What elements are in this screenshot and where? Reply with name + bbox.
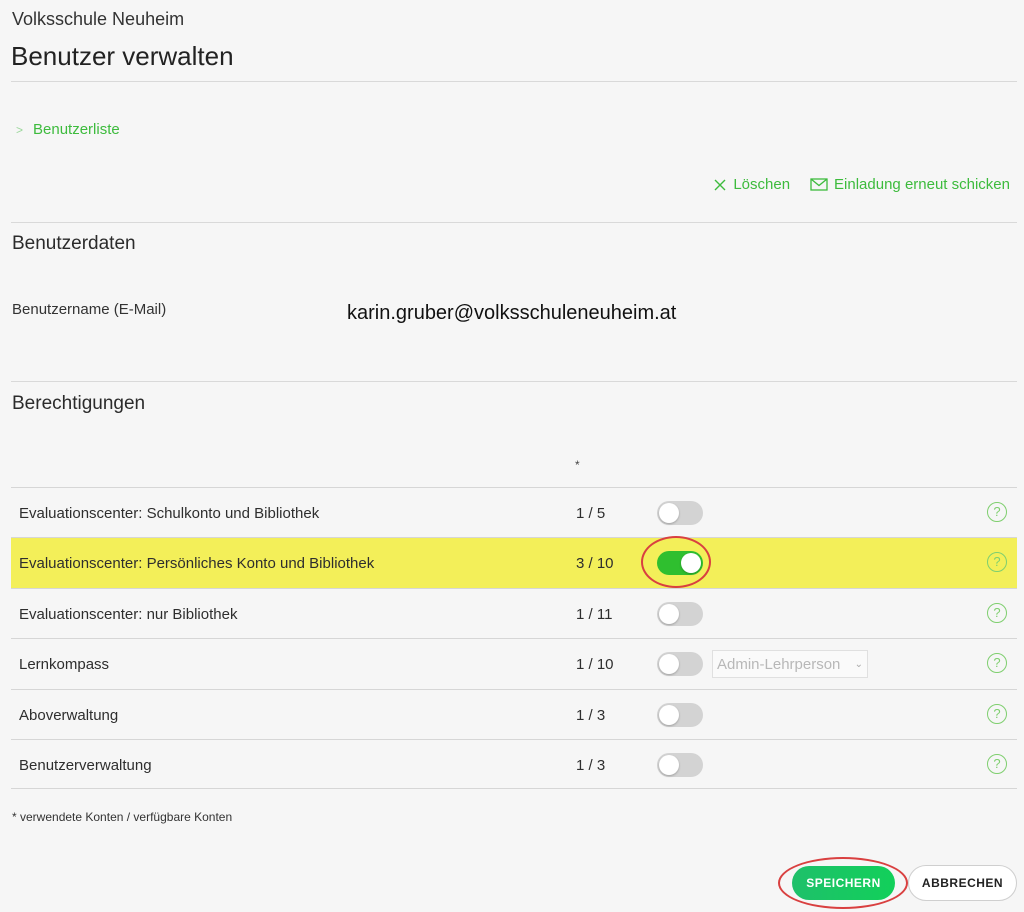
username-value: karin.gruber@volksschuleneuheim.at xyxy=(347,302,677,324)
help-icon[interactable]: ? xyxy=(987,703,1007,724)
user-data-divider xyxy=(11,381,1017,382)
toggle-knob xyxy=(659,654,679,675)
permission-name: Benutzerverwaltung xyxy=(19,756,152,774)
permissions-heading: Berechtigungen xyxy=(12,393,146,414)
permission-count: 1 / 11 xyxy=(576,605,613,623)
permission-toggle[interactable] xyxy=(657,702,703,727)
close-icon xyxy=(714,179,726,190)
permission-toggle[interactable] xyxy=(657,601,703,626)
chevron-right-icon: > xyxy=(16,122,24,137)
delete-button[interactable]: Löschen xyxy=(713,176,790,193)
user-actions: Löschen Einladung erneut schicken xyxy=(713,176,1010,193)
cancel-button[interactable]: ABBRECHEN xyxy=(908,865,1017,901)
save-button[interactable]: SPEICHERN xyxy=(792,866,895,900)
help-icon[interactable]: ? xyxy=(987,552,1007,573)
permission-count: 1 / 10 xyxy=(576,656,614,674)
count-column-header: * xyxy=(575,458,580,472)
permission-name: Aboverwaltung xyxy=(19,706,119,724)
permission-name: Evaluationscenter: nur Bibliothek xyxy=(19,605,238,623)
breadcrumb-label: Benutzerliste xyxy=(33,121,120,138)
toggle-knob xyxy=(659,754,679,775)
breadcrumb-benutzerliste[interactable]: > Benutzerliste xyxy=(16,121,120,138)
permission-row-highlighted: Evaluationscenter: Persönliches Konto un… xyxy=(11,536,1017,589)
resend-invite-button[interactable]: Einladung erneut schicken xyxy=(810,176,1010,193)
help-icon[interactable]: ? xyxy=(987,502,1007,522)
permission-row: Aboverwaltung 1 / 3 ? xyxy=(11,688,1017,739)
envelope-icon xyxy=(810,178,828,191)
permission-count: 1 / 5 xyxy=(576,505,606,522)
school-name: Volksschule Neuheim xyxy=(12,9,185,29)
permission-count: 1 / 3 xyxy=(576,756,606,774)
user-data-heading: Benutzerdaten xyxy=(12,233,136,254)
permission-toggle[interactable] xyxy=(657,551,703,576)
toggle-knob xyxy=(681,553,701,574)
username-label: Benutzername (E-Mail) xyxy=(12,301,167,318)
help-icon[interactable]: ? xyxy=(987,602,1007,623)
permission-toggle[interactable] xyxy=(657,652,703,677)
permission-toggle[interactable] xyxy=(657,501,703,525)
role-select[interactable]: Admin-Lehrperson ⌄ xyxy=(712,650,868,679)
toggle-knob xyxy=(659,503,679,523)
permission-count: 3 / 10 xyxy=(576,555,614,573)
permission-name: Evaluationscenter: Schulkonto und Biblio… xyxy=(19,505,320,522)
toggle-knob xyxy=(659,603,679,624)
resend-label: Einladung erneut schicken xyxy=(834,176,1010,193)
help-icon[interactable]: ? xyxy=(987,653,1007,674)
role-select-value: Admin-Lehrperson xyxy=(717,655,841,673)
permission-count: 1 / 3 xyxy=(576,706,606,724)
help-icon[interactable]: ? xyxy=(987,753,1007,774)
page-title: Benutzer verwalten xyxy=(11,41,234,71)
chevron-down-icon: ⌄ xyxy=(854,658,863,670)
permission-row: Lernkompass 1 / 10 Admin-Lehrperson ⌄ ? xyxy=(11,638,1017,688)
footnote: * verwendete Konten / verfügbare Konten xyxy=(12,810,233,824)
permission-toggle[interactable] xyxy=(657,752,703,777)
permission-row: Evaluationscenter: Schulkonto und Biblio… xyxy=(11,487,1017,537)
permission-row: Benutzerverwaltung 1 / 3 ? xyxy=(11,738,1017,790)
permissions-table: Evaluationscenter: Schulkonto und Biblio… xyxy=(11,487,1017,790)
permission-name: Evaluationscenter: Persönliches Konto un… xyxy=(19,555,375,573)
toggle-knob xyxy=(659,704,679,725)
permission-name: Lernkompass xyxy=(19,656,110,674)
actions-divider xyxy=(11,222,1017,223)
delete-label: Löschen xyxy=(733,176,791,193)
header-divider xyxy=(11,81,1017,82)
permission-row: Evaluationscenter: nur Bibliothek 1 / 11… xyxy=(11,587,1017,638)
